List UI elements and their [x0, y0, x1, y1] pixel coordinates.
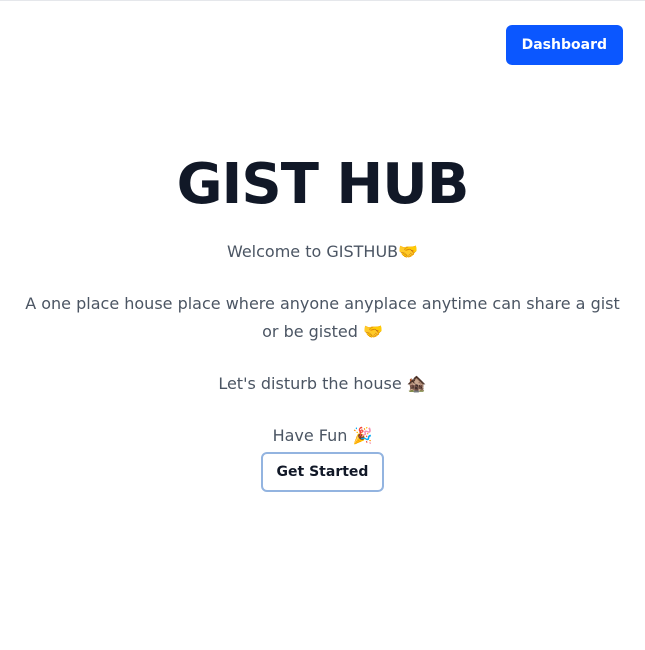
disturb-text: Let's disturb the house 🏚️ — [218, 374, 427, 393]
header: Dashboard — [505, 25, 623, 65]
get-started-button[interactable]: Get Started — [260, 452, 385, 492]
dashboard-button[interactable]: Dashboard — [505, 25, 623, 65]
landing-page: Dashboard GIST HUB Welcome to GISTHUB🤝 A… — [0, 0, 645, 650]
page-title: GIST HUB — [176, 152, 470, 217]
description-text: A one place house place where anyone any… — [25, 294, 620, 341]
hero-section: GIST HUB Welcome to GISTHUB🤝 A one place… — [0, 149, 645, 492]
welcome-text: Welcome to GISTHUB🤝 — [226, 242, 419, 261]
have-fun-text: Have Fun 🎉 — [272, 426, 373, 445]
